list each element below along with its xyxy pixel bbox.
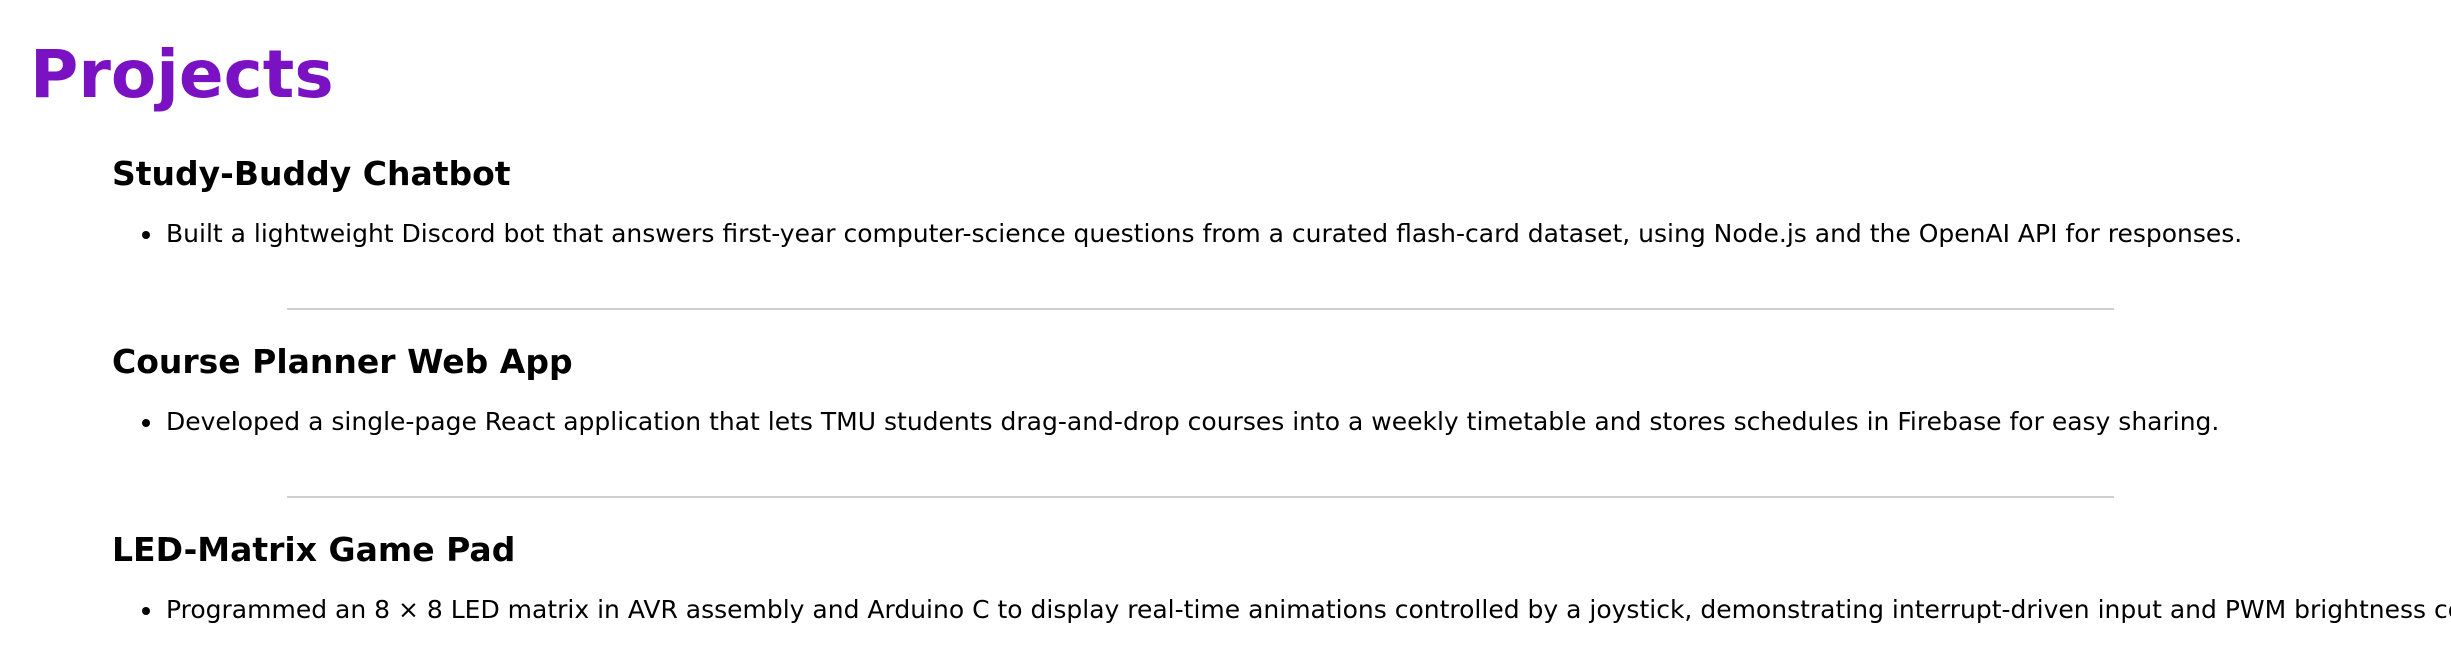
list-item: Programmed an 8 × 8 LED matrix in AVR as…: [112, 592, 2451, 628]
project-study-buddy-chatbot: Study-Buddy Chatbot Built a lightweight …: [112, 152, 2442, 252]
section-divider: [287, 496, 2114, 498]
project-bullet-list: Programmed an 8 × 8 LED matrix in AVR as…: [112, 592, 2451, 628]
project-bullet-list: Built a lightweight Discord bot that ans…: [112, 216, 2442, 252]
section-divider: [287, 308, 2114, 310]
project-led-matrix-game-pad: LED-Matrix Game Pad Programmed an 8 × 8 …: [112, 528, 2451, 628]
project-description: Developed a single-page React applicatio…: [166, 407, 2220, 436]
project-course-planner-web-app: Course Planner Web App Developed a singl…: [112, 340, 2442, 440]
project-bullet-list: Developed a single-page React applicatio…: [112, 404, 2442, 440]
project-title: Course Planner Web App: [112, 342, 573, 381]
page-title: Projects: [30, 36, 334, 113]
project-description: Built a lightweight Discord bot that ans…: [166, 219, 2243, 248]
list-item: Developed a single-page React applicatio…: [112, 404, 2442, 440]
list-item: Built a lightweight Discord bot that ans…: [112, 216, 2442, 252]
project-title: Study-Buddy Chatbot: [112, 154, 511, 193]
project-title: LED-Matrix Game Pad: [112, 530, 516, 569]
project-description: Programmed an 8 × 8 LED matrix in AVR as…: [166, 595, 2451, 624]
